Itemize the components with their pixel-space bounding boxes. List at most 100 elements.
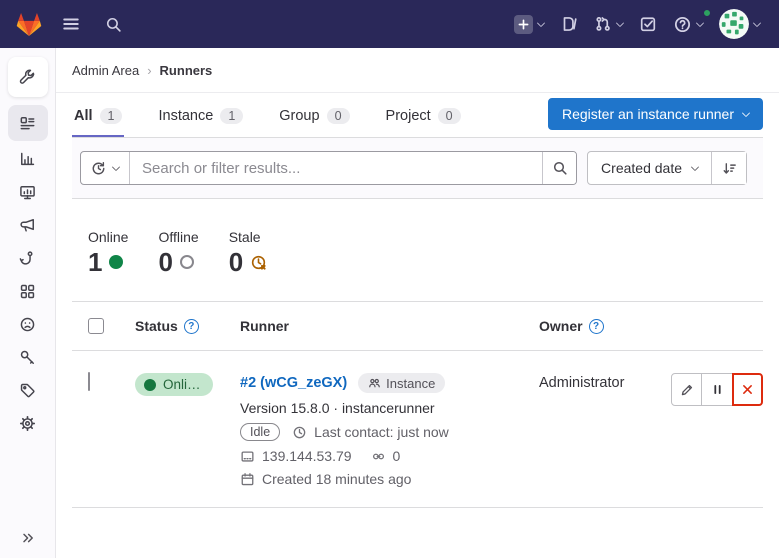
chart-icon: [19, 151, 36, 168]
top-navbar: [0, 0, 779, 48]
user-menu-button[interactable]: [713, 5, 766, 43]
plus-icon: [514, 15, 533, 34]
chevron-down-icon: [691, 162, 699, 170]
delete-runner-button[interactable]: [732, 373, 763, 406]
status-help-icon[interactable]: ?: [184, 319, 199, 334]
search-history-dropdown[interactable]: [81, 152, 130, 184]
runner-version: Version 15.8.0 · instancerunner: [240, 400, 513, 416]
filter-bar: Created date: [72, 138, 763, 199]
avatar: [719, 9, 749, 39]
sidebar-item-monitoring[interactable]: [8, 176, 48, 209]
register-instance-runner-button[interactable]: Register an instance runner: [548, 98, 763, 130]
stat-label: Stale: [229, 229, 267, 245]
gitlab-logo-icon[interactable]: [13, 8, 45, 40]
row-actions: [653, 373, 763, 487]
calendar-icon: [240, 472, 255, 487]
main-content: Admin Area › Runners All 1 Instance 1 G: [56, 48, 779, 558]
new-menu-button[interactable]: [508, 11, 550, 38]
sort-descending-icon: [722, 161, 737, 176]
runner-link[interactable]: #2 (wCG_zeGX): [240, 375, 347, 391]
close-icon: [741, 383, 754, 396]
breadcrumb-separator: ›: [147, 63, 151, 78]
search-icon[interactable]: [97, 8, 129, 40]
runner-type-badge: Instance: [358, 373, 445, 393]
overview-icon: [19, 115, 36, 132]
wrench-icon: [19, 69, 36, 86]
sort-by-label: Created date: [601, 160, 682, 176]
tab-project[interactable]: Project 0: [384, 97, 463, 137]
expand-sidebar-button[interactable]: [0, 530, 56, 546]
sidebar-item-abuse-reports[interactable]: [8, 308, 48, 341]
issues-button[interactable]: [554, 11, 584, 37]
sidebar-item-deploy-keys[interactable]: [8, 341, 48, 374]
runners-table: Status ? Runner Owner ?: [72, 301, 763, 508]
sidebar-item-applications[interactable]: [8, 275, 48, 308]
select-all-checkbox[interactable]: [88, 318, 104, 334]
help-button[interactable]: [667, 11, 709, 38]
tab-instance[interactable]: Instance 1: [156, 97, 245, 137]
megaphone-icon: [19, 217, 36, 234]
filtered-search: [80, 151, 577, 185]
stat-value: 0: [229, 249, 243, 275]
search-input[interactable]: [130, 152, 542, 184]
tab-count-badge: 0: [327, 108, 350, 124]
edit-runner-button[interactable]: [671, 373, 702, 406]
tab-label: Group: [279, 108, 319, 124]
sidebar-item-analytics[interactable]: [8, 143, 48, 176]
history-icon: [91, 161, 106, 176]
chevron-down-icon: [112, 162, 120, 170]
todos-button[interactable]: [633, 11, 663, 37]
sidebar-item-overview[interactable]: [8, 105, 48, 141]
hamburger-menu-icon[interactable]: [55, 8, 87, 40]
todo-check-icon: [639, 15, 657, 33]
link-count: 0: [393, 448, 401, 464]
notification-dot: [703, 9, 711, 17]
question-circle-icon: [673, 15, 692, 34]
breadcrumb: Admin Area › Runners: [56, 48, 779, 93]
search-icon: [552, 160, 568, 176]
pencil-icon: [680, 383, 694, 397]
sort-by-dropdown[interactable]: Created date: [588, 152, 712, 184]
sidebar-item-admin-area[interactable]: [8, 57, 48, 97]
owner-help-icon[interactable]: ?: [589, 319, 604, 334]
tab-label: All: [74, 108, 93, 124]
monitor-icon: [19, 184, 36, 201]
search-submit-button[interactable]: [542, 152, 576, 184]
offline-status-icon: [180, 255, 194, 269]
last-contact-text: Last contact: just now: [314, 424, 449, 440]
stat-offline: Offline 0: [158, 229, 198, 275]
merge-requests-button[interactable]: [588, 11, 629, 37]
created-text: Created 18 minutes ago: [262, 471, 411, 487]
stat-online: Online 1: [88, 229, 128, 275]
job-status-badge: Idle: [240, 423, 280, 441]
sidebar-item-labels[interactable]: [8, 374, 48, 407]
column-header-owner: Owner: [539, 318, 583, 334]
issues-icon: [560, 15, 578, 33]
hook-icon: [19, 250, 36, 267]
breadcrumb-admin-area[interactable]: Admin Area: [72, 63, 139, 78]
sidebar-item-settings[interactable]: [8, 407, 48, 440]
table-row: Onli… #2 (wCG_zeGX) Instance: [72, 351, 763, 508]
runner-tabs-row: All 1 Instance 1 Group 0 Project 0: [72, 93, 763, 138]
tab-group[interactable]: Group 0: [277, 97, 351, 137]
pause-icon: [711, 383, 724, 396]
status-badge-label: Onli…: [163, 377, 201, 392]
runner-summary-cell: #2 (wCG_zeGX) Instance Version 15.8.0 · …: [222, 373, 521, 487]
sidebar-item-messages[interactable]: [8, 209, 48, 242]
chevron-double-right-icon: [20, 530, 36, 546]
stat-label: Online: [88, 229, 128, 245]
admin-sidebar: [0, 48, 56, 558]
tab-count-badge: 1: [220, 108, 243, 124]
chevron-down-icon: [753, 18, 761, 26]
tab-label: Instance: [158, 108, 213, 124]
row-checkbox[interactable]: [88, 372, 90, 391]
sort-direction-button[interactable]: [712, 152, 746, 184]
chevron-down-icon: [742, 108, 750, 116]
ip-address-text: 139.144.53.79: [262, 448, 352, 464]
runner-type-label: Instance: [386, 376, 435, 391]
sidebar-item-system-hooks[interactable]: [8, 242, 48, 275]
link-icon: [371, 449, 386, 464]
pause-runner-button[interactable]: [702, 373, 733, 406]
stat-label: Offline: [158, 229, 198, 245]
tab-all[interactable]: All 1: [72, 97, 124, 137]
